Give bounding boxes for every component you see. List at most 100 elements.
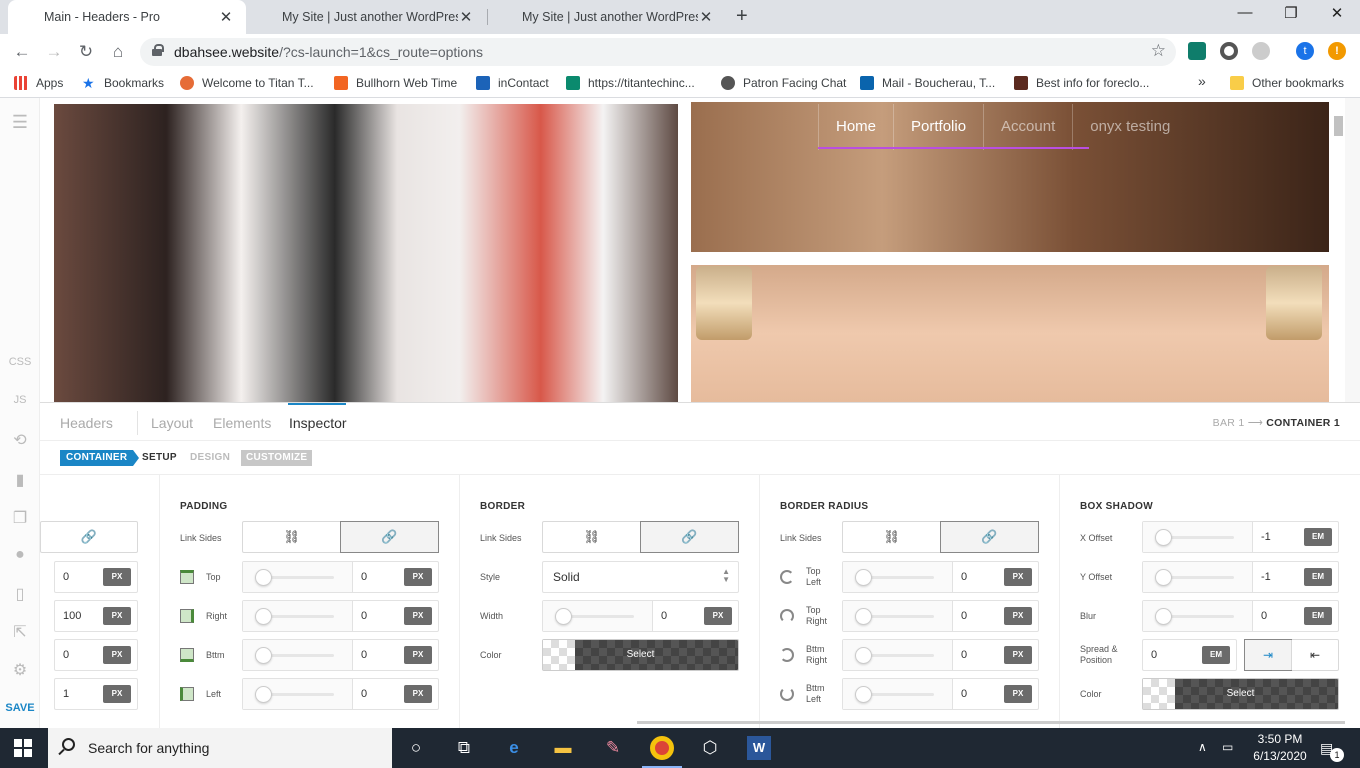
bookmark-patron-chat[interactable]: Patron Facing Chat [721,76,846,90]
padding-bottom-control[interactable]: 0 PX [242,639,439,671]
close-tab-icon[interactable]: ✕ [698,8,714,26]
border-width-slider[interactable] [543,601,653,631]
close-tab-icon[interactable]: ✕ [458,8,474,26]
word-icon[interactable]: W [747,736,771,760]
unit-button[interactable]: PX [404,685,432,703]
shadow-position-toggle[interactable]: ⇥ ⇤ [1244,639,1339,671]
padding-top-control[interactable]: 0 PX [242,561,439,593]
site-nav-portfolio[interactable]: Portfolio [893,104,983,150]
bookmark-bullhorn[interactable]: Bullhorn Web Time [334,76,457,90]
breadcrumb-parent[interactable]: BAR 1 [1213,417,1245,429]
extension-icon[interactable] [1252,42,1270,60]
close-tab-icon[interactable]: ✕ [218,8,234,26]
radius-value[interactable]: 0 [961,610,967,622]
preview-icon[interactable]: ▯ [0,584,40,604]
extension-icon[interactable] [1188,42,1206,60]
slider-knob[interactable] [855,686,872,703]
subtab-customize[interactable]: CUSTOMIZE [241,450,313,466]
unlink-icon[interactable]: ⛓ [843,522,941,552]
link-sides-toggle[interactable]: ⛓ 🔗 [542,521,739,553]
y-offset-control[interactable]: -1 EM [1142,561,1339,593]
radius-top-right-control[interactable]: 0 PX [842,600,1039,632]
border-color-select-button[interactable]: Select [542,639,739,671]
link-icon[interactable]: 🔗 [41,522,137,552]
profile-avatar[interactable]: t [1296,42,1314,60]
slider-knob[interactable] [855,569,872,586]
bookmarks-overflow-button[interactable]: » [1198,73,1206,89]
edge-icon[interactable]: e [502,736,526,760]
browser-tab[interactable]: My Site | Just another WordPress ✕ [250,0,486,34]
padding-bottom-slider[interactable] [243,640,353,670]
preview-scrollbar[interactable] [1334,116,1343,136]
value-text[interactable]: 0 [63,571,69,583]
unit-button[interactable]: PX [1004,646,1032,664]
unit-button[interactable]: PX [404,646,432,664]
bookmark-titan[interactable]: Welcome to Titan T... [180,76,314,90]
blur-value[interactable]: 0 [1261,610,1267,622]
value-field[interactable]: 1 PX [54,678,138,710]
slider-knob[interactable] [855,608,872,625]
virtualbox-icon[interactable]: ⬡ [698,736,722,760]
value-text[interactable]: 1 [63,688,69,700]
unit-button[interactable]: EM [1202,646,1230,664]
outset-icon[interactable]: ⇥ [1244,639,1292,671]
unit-button[interactable]: PX [1004,607,1032,625]
inset-icon[interactable]: ⇤ [1291,640,1338,670]
unit-button[interactable]: PX [404,607,432,625]
lock-icon[interactable] [152,44,164,56]
paint-icon[interactable]: ✎ [601,736,625,760]
bookmark-apps[interactable]: Apps [14,76,63,90]
link-icon[interactable]: 🔗 [939,521,1039,553]
padding-left-control[interactable]: 0 PX [242,678,439,710]
address-bar[interactable]: dbahsee.website/?cs-launch=1&cs_route=op… [140,38,1176,66]
radius-top-left-control[interactable]: 0 PX [842,561,1039,593]
x-offset-control[interactable]: -1 EM [1142,521,1339,553]
slider-knob[interactable] [1155,529,1172,546]
spread-value[interactable]: 0 [1151,649,1157,661]
unit-button[interactable]: PX [103,568,131,586]
system-clock[interactable]: 3:50 PM 6/13/2020 [1245,731,1315,765]
close-window-icon[interactable]: ✕ [1314,4,1360,22]
panel-horizontal-scrollbar[interactable] [637,721,1345,724]
radius-slider[interactable] [843,601,953,631]
reload-icon[interactable]: ↻ [75,42,97,62]
settings-icon[interactable]: ⚙ [0,660,40,680]
history-icon[interactable]: ⟲ [0,430,40,450]
y-offset-slider[interactable] [1143,562,1253,592]
y-offset-value[interactable]: -1 [1261,571,1271,583]
slider-knob[interactable] [255,608,272,625]
radius-value[interactable]: 0 [961,649,967,661]
radius-slider[interactable] [843,562,953,592]
border-style-select[interactable]: Solid ▲ ▼ [542,561,739,593]
padding-right-slider[interactable] [243,601,353,631]
save-button[interactable]: SAVE [0,702,40,714]
unit-button[interactable]: EM [1304,568,1332,586]
link-sides-toggle[interactable]: ⛓ 🔗 [842,521,1039,553]
radius-slider[interactable] [843,679,953,709]
value-field[interactable]: 0 PX [54,639,138,671]
radius-value[interactable]: 0 [961,571,967,583]
update-alert-icon[interactable]: ! [1328,42,1346,60]
padding-left-value[interactable]: 0 [361,688,367,700]
padding-right-control[interactable]: 0 PX [242,600,439,632]
tab-headers[interactable]: Headers [60,415,113,431]
bookmark-mail[interactable]: Mail - Boucherau, T... [860,76,995,90]
unit-button[interactable]: PX [1004,568,1032,586]
tab-elements[interactable]: Elements [213,415,271,431]
unit-button[interactable]: PX [704,607,732,625]
network-icon[interactable]: ▭ [1222,740,1233,754]
js-button[interactable]: JS [0,394,40,406]
blur-slider[interactable] [1143,601,1253,631]
browser-tab-active[interactable]: Main - Headers - Pro ✕ [8,0,246,34]
unlink-icon[interactable]: ⛓ [543,522,641,552]
file-explorer-icon[interactable]: ▬ [551,736,575,760]
templates-icon[interactable]: ❐ [0,508,40,528]
unit-button[interactable]: PX [1004,685,1032,703]
unit-button[interactable]: PX [103,685,131,703]
padding-top-value[interactable]: 0 [361,571,367,583]
chrome-icon[interactable] [650,736,674,760]
value-field[interactable]: 0 PX [54,561,138,593]
value-field[interactable]: 100 PX [54,600,138,632]
slider-knob[interactable] [1155,569,1172,586]
spread-control[interactable]: 0 EM [1142,639,1237,671]
